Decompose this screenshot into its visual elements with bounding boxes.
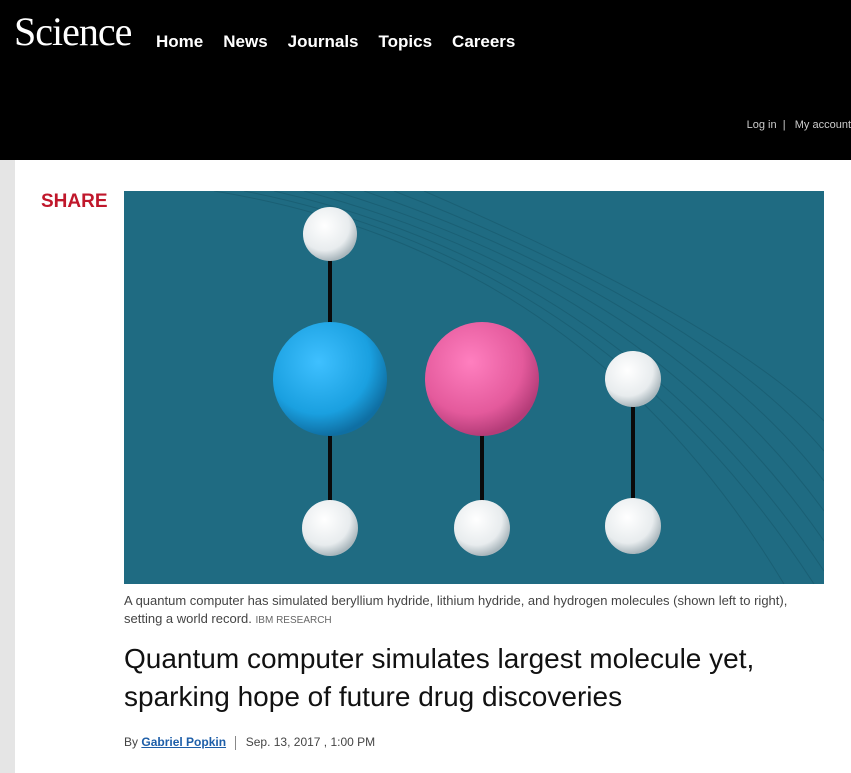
lithium-atom <box>425 322 539 436</box>
image-credit: IBM RESEARCH <box>255 615 332 626</box>
my-account-link[interactable]: My account <box>795 119 851 131</box>
nav-journals[interactable]: Journals <box>288 32 359 52</box>
nav-topics[interactable]: Topics <box>379 32 433 52</box>
site-header: Science Home News Journals Topics Career… <box>0 0 851 160</box>
science-logo[interactable]: Science <box>14 8 132 55</box>
hydrogen-atom <box>605 351 661 407</box>
account-links: Log in | My account <box>747 119 851 131</box>
byline-separator <box>235 735 237 750</box>
hydrogen-atom <box>454 500 510 556</box>
left-gutter <box>0 160 15 773</box>
hydrogen-atom <box>302 500 358 556</box>
byline: By Gabriel Popkin Sep. 13, 2017 , 1:00 P… <box>124 735 375 750</box>
byline-prefix: By <box>124 735 139 749</box>
article-content: SHARE A quantum computer has simulated b… <box>15 160 851 773</box>
publish-date: Sep. 13, 2017 , 1:00 PM <box>245 735 376 749</box>
molecule-illustration <box>213 191 824 584</box>
hero-image <box>124 191 824 584</box>
nav-careers[interactable]: Careers <box>452 32 515 52</box>
account-separator: | <box>779 119 792 131</box>
author-link[interactable]: Gabriel Popkin <box>141 735 226 749</box>
nav-home[interactable]: Home <box>156 32 203 52</box>
nav-news[interactable]: News <box>223 32 267 52</box>
main-nav: Home News Journals Topics Careers <box>156 32 535 52</box>
article-headline: Quantum computer simulates largest molec… <box>124 643 755 712</box>
image-caption: A quantum computer has simulated berylli… <box>124 592 824 630</box>
hydrogen-atom <box>303 207 357 261</box>
beryllium-atom <box>273 322 387 436</box>
share-button[interactable]: SHARE <box>41 191 108 213</box>
login-link[interactable]: Log in <box>747 119 777 131</box>
caption-text: A quantum computer has simulated berylli… <box>124 593 788 626</box>
hydrogen-atom <box>605 498 661 554</box>
